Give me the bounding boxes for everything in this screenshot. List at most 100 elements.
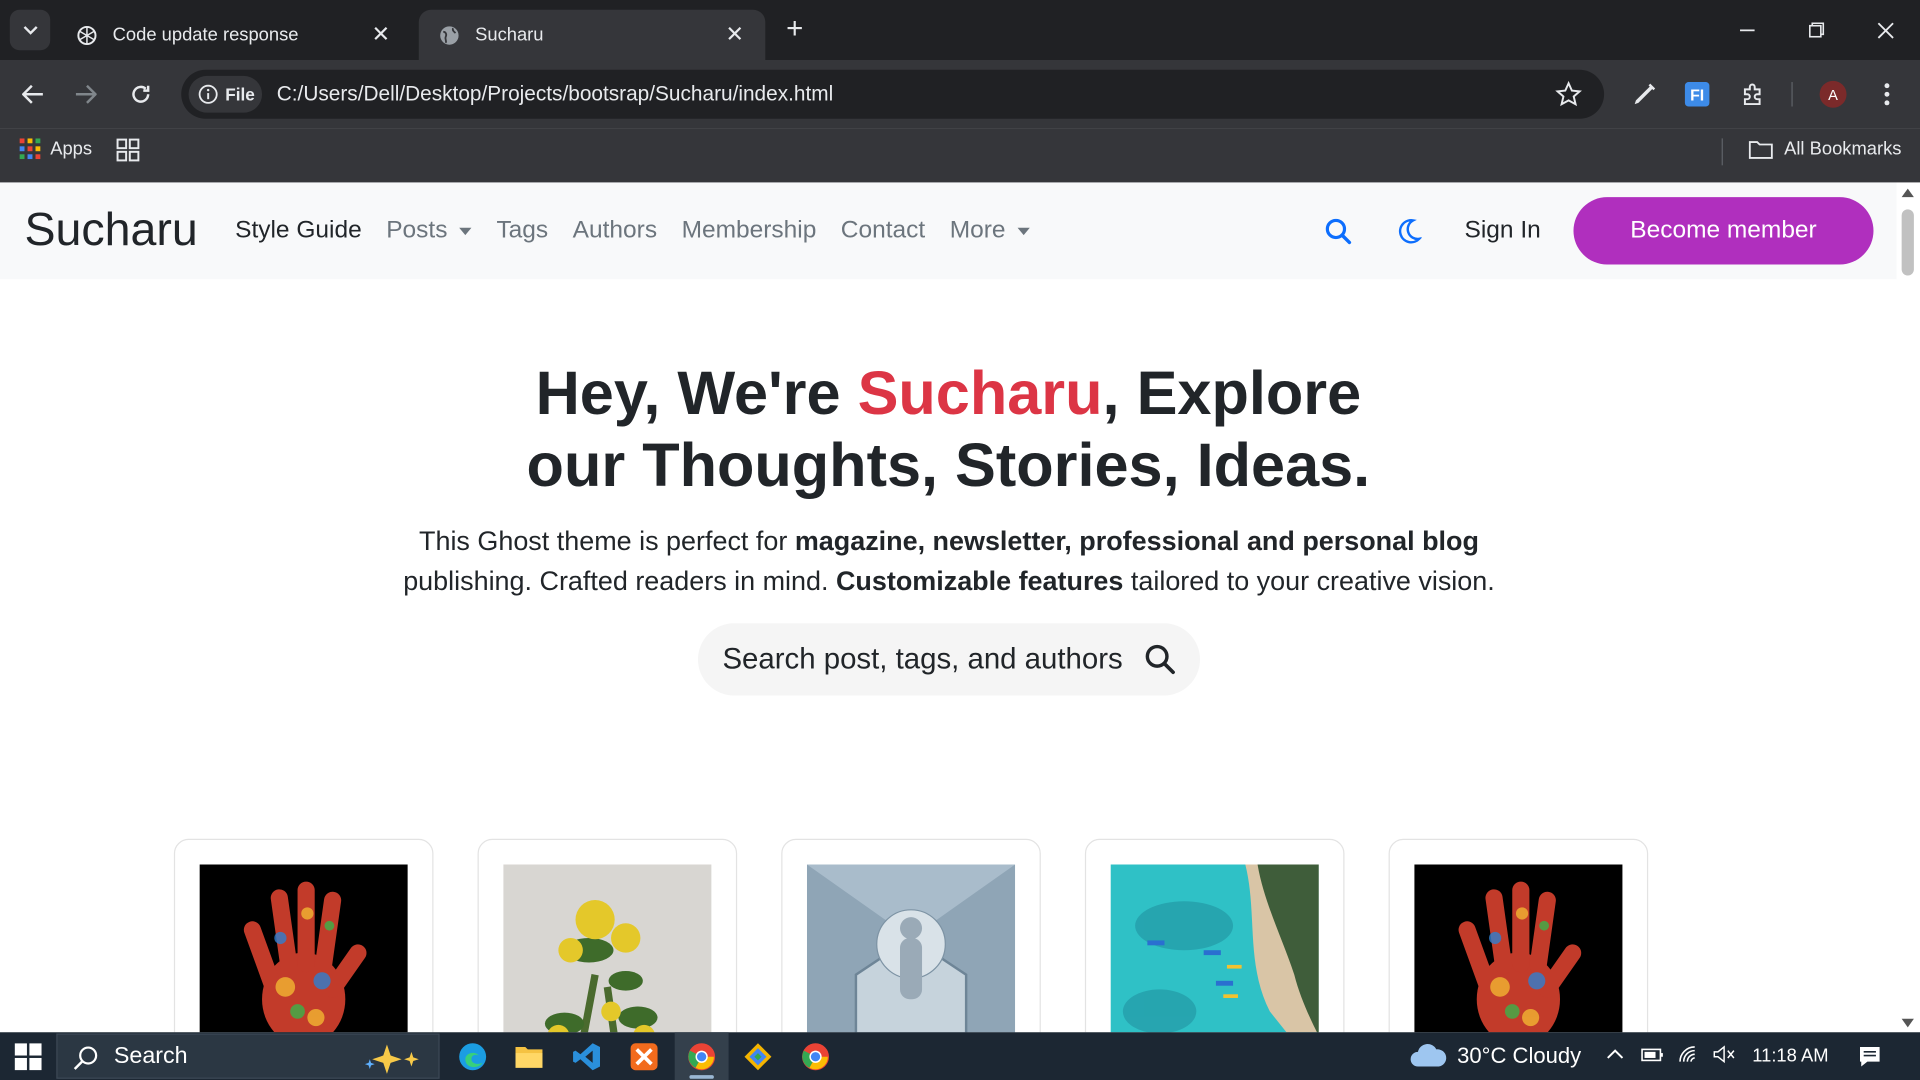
- profile-initial: A: [1828, 88, 1838, 104]
- copilot-sparkle-icon: [364, 1044, 419, 1074]
- address-bar[interactable]: File C:/Users/Dell/Desktop/Projects/boot…: [181, 69, 1605, 119]
- info-icon: [198, 84, 218, 104]
- git-app-taskbar-app[interactable]: [731, 1032, 785, 1080]
- vscode-icon: [573, 1042, 601, 1070]
- tab-search-button[interactable]: [9, 9, 51, 51]
- post-card[interactable]: [173, 838, 434, 1033]
- tab-code-update-response[interactable]: Code update response ✕: [56, 10, 411, 60]
- apps-bookmark[interactable]: Apps: [19, 138, 93, 160]
- reload-button[interactable]: [121, 75, 160, 114]
- extensions-button[interactable]: [1739, 80, 1768, 109]
- folder-icon: [515, 1046, 543, 1068]
- notifications-button[interactable]: [1858, 1044, 1882, 1075]
- folder-icon: [1748, 140, 1773, 159]
- site-brand[interactable]: Sucharu: [24, 204, 197, 257]
- tab-sucharu[interactable]: Sucharu ✕: [418, 9, 766, 61]
- file-explorer-taskbar-app[interactable]: [502, 1032, 556, 1080]
- tab-title: Code update response: [112, 24, 299, 46]
- nav-item-style-guide[interactable]: Style Guide: [235, 217, 362, 245]
- nav-item-tags[interactable]: Tags: [496, 217, 548, 245]
- hero-title-highlight: Sucharu: [857, 358, 1103, 428]
- hero-search-placeholder: Search post, tags, and authors: [722, 642, 1123, 676]
- nav-item-membership[interactable]: Membership: [682, 217, 817, 245]
- nav-item-label: Posts: [386, 216, 448, 244]
- page-scrollbar[interactable]: [1896, 182, 1920, 1033]
- scroll-up-arrow[interactable]: [1901, 188, 1914, 198]
- become-member-button[interactable]: Become member: [1573, 197, 1874, 265]
- new-tab-button[interactable]: +: [779, 14, 811, 47]
- restore-icon: [1808, 22, 1824, 38]
- chrome-taskbar-app[interactable]: [674, 1032, 729, 1080]
- start-button[interactable]: [14, 1043, 42, 1076]
- all-bookmarks-button[interactable]: All Bookmarks: [1748, 138, 1902, 160]
- restore-button[interactable]: [1782, 0, 1851, 60]
- bookmark-star-button[interactable]: [1555, 80, 1582, 114]
- hero-sub-bold1: magazine, newsletter, professional and p…: [794, 525, 1479, 556]
- yellow-roses-icon: [503, 864, 712, 1033]
- nav-item-authors[interactable]: Authors: [573, 217, 657, 245]
- system-clock[interactable]: 11:18 AM: [1752, 1046, 1828, 1067]
- chrome-icon: [802, 1042, 829, 1070]
- weather-text: 30°C Cloudy: [1457, 1042, 1582, 1068]
- sign-in-link[interactable]: Sign In: [1465, 217, 1541, 245]
- beach-boats-icon: [1110, 864, 1319, 1033]
- nav-item-label: Style Guide: [235, 216, 362, 244]
- moon-icon: [1398, 219, 1423, 244]
- search-icon: [73, 1046, 98, 1070]
- wifi-indicator[interactable]: [1678, 1044, 1702, 1070]
- close-tab-icon[interactable]: ✕: [370, 22, 392, 46]
- post-card[interactable]: [781, 838, 1041, 1033]
- vscode-taskbar-app[interactable]: [560, 1032, 614, 1080]
- globe-icon: [438, 24, 460, 46]
- puzzle-icon: [1743, 83, 1761, 106]
- apps-label: Apps: [50, 138, 93, 160]
- hero-sub-part2: publishing. Crafted readers in mind.: [403, 565, 836, 597]
- nav-item-label: Membership: [681, 216, 817, 244]
- edge-icon: [459, 1042, 487, 1070]
- back-button[interactable]: [13, 75, 52, 114]
- search-icon[interactable]: [1144, 643, 1176, 675]
- scroll-thumb[interactable]: [1901, 209, 1914, 276]
- battery-indicator[interactable]: [1640, 1044, 1664, 1070]
- nav-item-contact[interactable]: Contact: [841, 217, 925, 245]
- volume-indicator[interactable]: [1712, 1044, 1736, 1070]
- close-window-button[interactable]: [1851, 0, 1920, 60]
- nav-item-label: More: [949, 216, 1006, 244]
- hero-search-field[interactable]: Search post, tags, and authors: [697, 623, 1201, 696]
- chrome-secondary-taskbar-app[interactable]: [789, 1032, 843, 1080]
- wifi-icon: [1679, 1046, 1695, 1062]
- nav-item-posts[interactable]: Posts: [386, 217, 472, 245]
- taskbar-search-box[interactable]: Search: [56, 1033, 440, 1079]
- edge-taskbar-app[interactable]: [446, 1032, 500, 1080]
- fi-extension-button[interactable]: FI: [1682, 80, 1711, 109]
- all-bookmarks-label: All Bookmarks: [1784, 138, 1902, 160]
- site-info-chip[interactable]: File: [188, 75, 263, 113]
- hero-sub-part1: This Ghost theme is perfect for: [419, 525, 795, 556]
- nav-item-label: Authors: [572, 216, 658, 244]
- minimize-button[interactable]: [1713, 0, 1782, 60]
- profile-avatar[interactable]: A: [1818, 80, 1847, 109]
- browser-menu-button[interactable]: [1872, 80, 1901, 109]
- windows-logo-icon: [14, 1043, 42, 1071]
- post-card[interactable]: [1388, 838, 1649, 1033]
- show-hidden-icons-button[interactable]: [1605, 1044, 1625, 1070]
- close-tab-icon[interactable]: ✕: [724, 22, 746, 46]
- scheme-label: File: [225, 84, 255, 105]
- browser-toolbar: File C:/Users/Dell/Desktop/Projects/boot…: [0, 60, 1920, 129]
- nav-search-button[interactable]: [1324, 217, 1353, 253]
- post-card[interactable]: [1084, 838, 1345, 1033]
- tab-groups-button[interactable]: [116, 138, 140, 167]
- weather-widget[interactable]: 30°C Cloudy: [1408, 1042, 1581, 1069]
- git-diamond-icon: [744, 1042, 772, 1070]
- caret-down-icon: [1017, 227, 1031, 235]
- nav-item-more[interactable]: More: [949, 216, 1031, 245]
- site-navbar: Sucharu Style Guide Posts Tags Authors Membe…: [0, 182, 1897, 280]
- hero-title-line2: our Thoughts, Stories, Ideas.: [526, 431, 1371, 500]
- post-card[interactable]: [477, 838, 738, 1033]
- theme-toggle-button[interactable]: [1395, 217, 1423, 253]
- pen-extension-button[interactable]: [1630, 80, 1659, 109]
- url-text[interactable]: C:/Users/Dell/Desktop/Projects/bootsrap/…: [277, 82, 833, 106]
- scroll-down-arrow[interactable]: [1901, 1018, 1914, 1028]
- forward-button[interactable]: [66, 75, 105, 114]
- xampp-taskbar-app[interactable]: [617, 1032, 671, 1080]
